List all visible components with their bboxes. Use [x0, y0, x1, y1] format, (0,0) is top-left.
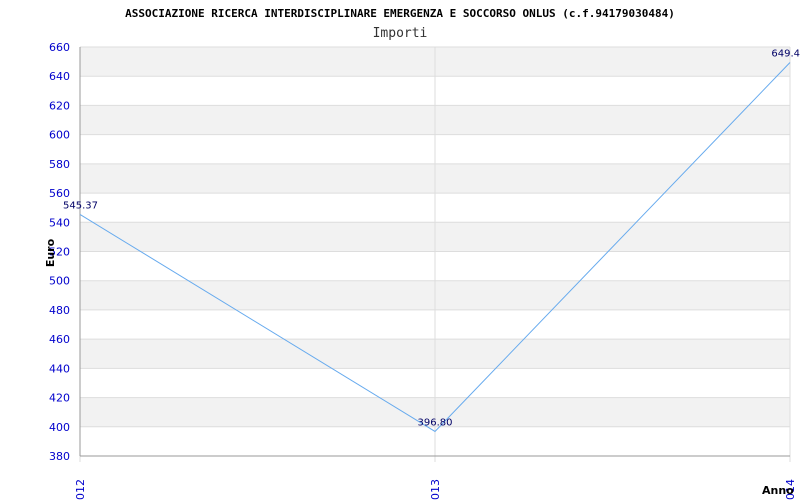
- y-tick-label: 480: [49, 304, 70, 317]
- y-tick-label: 640: [49, 70, 70, 83]
- y-tick-label: 600: [49, 129, 70, 142]
- y-tick-label: 560: [49, 187, 70, 200]
- x-tick-label: 2012: [74, 479, 87, 500]
- y-axis-label: Euro: [44, 238, 57, 267]
- y-tick-label: 420: [49, 392, 70, 405]
- chart-subtitle: Importi: [373, 26, 428, 41]
- plot-background: [79, 46, 791, 462]
- chart: ASSOCIAZIONE RICERCA INTERDISCIPLINARE E…: [44, 7, 800, 500]
- data-label: 649.4: [771, 48, 800, 59]
- chart-title: ASSOCIAZIONE RICERCA INTERDISCIPLINARE E…: [125, 7, 675, 20]
- y-tick-label: 500: [49, 275, 70, 288]
- y-tick-label: 440: [49, 362, 70, 375]
- data-label: 545.37: [63, 200, 98, 211]
- y-tick-label: 400: [49, 421, 70, 434]
- y-tick-label: 620: [49, 99, 70, 112]
- y-tick-label: 460: [49, 333, 70, 346]
- y-tick-label: 540: [49, 216, 70, 229]
- y-tick-label: 380: [49, 450, 70, 463]
- y-tick-label: 660: [49, 41, 70, 54]
- x-tick-label: 2013: [429, 479, 442, 500]
- x-axis: 2012 2013 2014: [74, 479, 797, 500]
- data-label: 396.80: [418, 417, 453, 428]
- y-tick-label: 580: [49, 158, 70, 171]
- x-axis-label: Anno: [762, 484, 794, 497]
